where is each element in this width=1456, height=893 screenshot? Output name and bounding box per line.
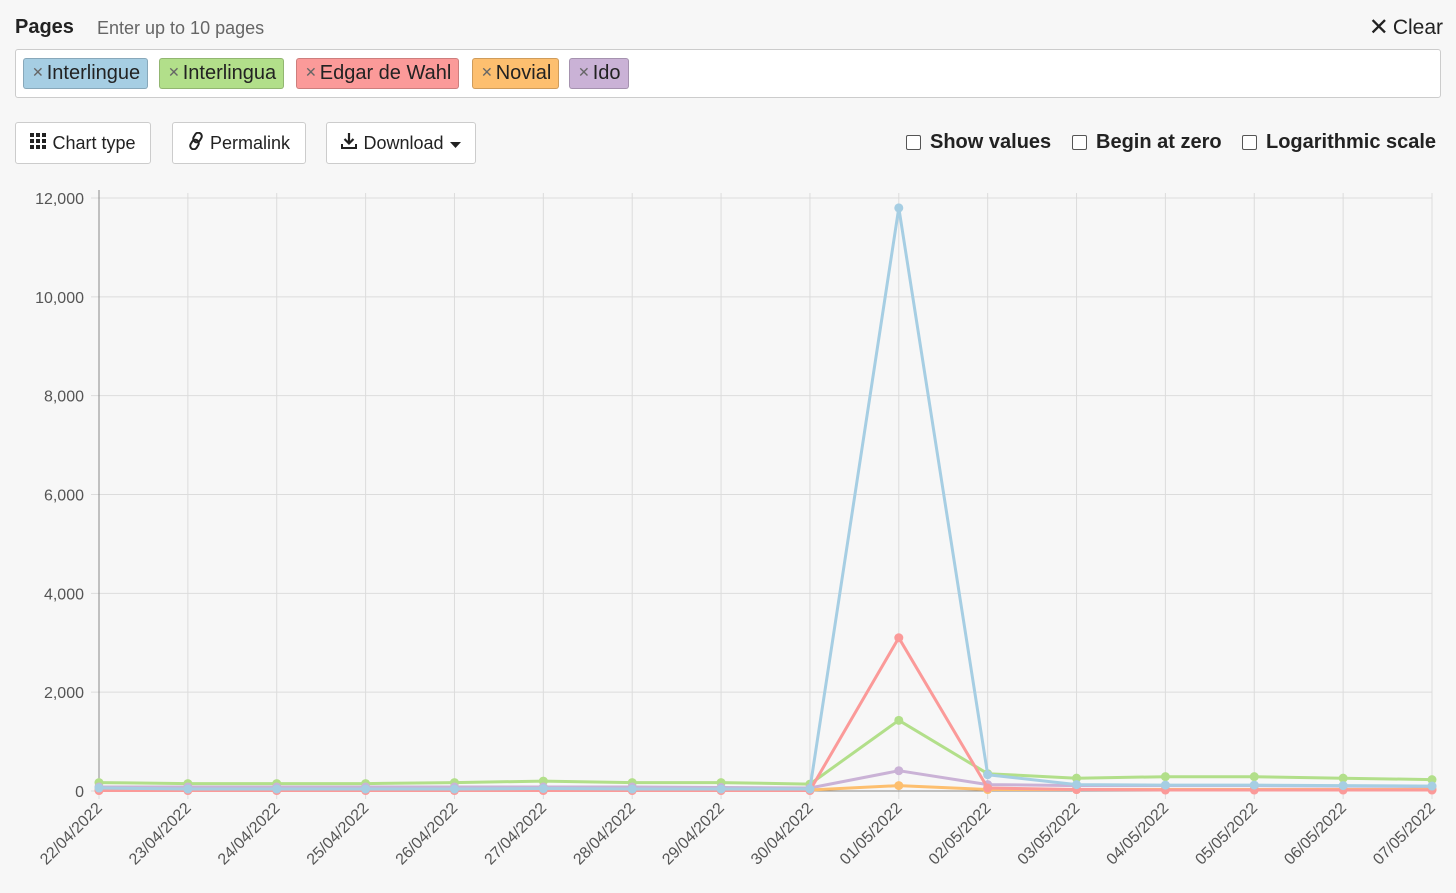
series-line-interlingua xyxy=(98,718,1433,786)
data-point-interlingue xyxy=(716,784,726,794)
y-tick-label: 4,000 xyxy=(44,586,84,603)
show-values-label: Show values xyxy=(930,131,1052,153)
x-tick-label: 22/04/2022 xyxy=(37,800,106,869)
show-values-checkbox[interactable] xyxy=(906,135,921,150)
remove-icon[interactable]: ✕ xyxy=(578,64,590,80)
x-tick-label: 03/05/2022 xyxy=(1015,800,1084,869)
x-tick-label: 28/04/2022 xyxy=(570,800,639,869)
y-tick-label: 6,000 xyxy=(44,488,84,505)
x-tick-label: 30/04/2022 xyxy=(748,800,817,869)
remove-icon[interactable]: ✕ xyxy=(168,64,180,80)
x-tick-label: 26/04/2022 xyxy=(393,800,462,869)
tag-ido[interactable]: ✕ Ido xyxy=(569,58,629,89)
data-point-interlingue xyxy=(538,784,548,794)
series-line-edgar-de-wahl xyxy=(99,636,1432,792)
permalink-button[interactable]: Permalink xyxy=(172,122,306,164)
log-scale-label: Logarithmic scale xyxy=(1266,131,1437,153)
begin-at-zero-label: Begin at zero xyxy=(1096,131,1222,153)
remove-icon[interactable]: ✕ xyxy=(481,64,493,80)
data-point-interlingue xyxy=(627,784,637,794)
y-tick-label: 0 xyxy=(75,784,84,801)
data-point-interlingue xyxy=(1338,781,1348,791)
pageviews-line-chart: 0 2,000 4,000 6,000 8,000 10,000 12,000 22/04/2… xyxy=(35,190,1439,869)
link-icon xyxy=(188,131,204,155)
chart-type-button[interactable]: Chart type xyxy=(15,122,151,164)
x-tick-label: 01/05/2022 xyxy=(837,800,906,869)
tag-label: Interlingue xyxy=(46,62,141,84)
tag-interlingue[interactable]: ✕ Interlingue xyxy=(23,58,149,89)
x-tick-label: 05/05/2022 xyxy=(1192,800,1261,869)
y-tick-label: 12,000 xyxy=(35,191,84,208)
x-tick-label: 02/05/2022 xyxy=(926,800,995,869)
data-point-interlingue xyxy=(983,770,993,780)
data-point-interlingua xyxy=(1249,772,1259,782)
tag-label: Interlingua xyxy=(182,62,277,84)
tag-label: Ido xyxy=(592,62,621,84)
begin-at-zero-checkbox[interactable] xyxy=(1072,135,1087,150)
data-point-interlingue xyxy=(1249,780,1259,790)
data-point-interlingue xyxy=(272,784,282,794)
download-label: Download xyxy=(363,132,444,153)
data-point-ido xyxy=(894,766,904,776)
permalink-label: Permalink xyxy=(209,132,291,153)
x-tick-label: 23/04/2022 xyxy=(126,800,195,869)
data-point-interlingue xyxy=(94,783,104,793)
data-point-interlingua xyxy=(1160,772,1170,782)
tag-label: Edgar de Wahl xyxy=(319,62,452,84)
data-point-interlingue xyxy=(805,784,815,794)
tag-interlingua[interactable]: ✕ Interlingua xyxy=(159,58,285,89)
log-scale-checkbox[interactable] xyxy=(1242,135,1257,150)
caret-down-icon xyxy=(449,133,461,154)
show-values-option[interactable]: Show values xyxy=(906,131,1051,154)
x-tick-label: 27/04/2022 xyxy=(482,800,551,869)
x-tick-label: 06/05/2022 xyxy=(1281,800,1350,869)
clear-label: Clear xyxy=(1392,16,1443,39)
download-icon xyxy=(341,132,358,154)
tag-edgar-de-wahl[interactable]: ✕ Edgar de Wahl xyxy=(296,58,460,89)
x-tick-label: 07/05/2022 xyxy=(1370,800,1439,869)
data-point-novial xyxy=(894,781,904,791)
y-tick-label: 10,000 xyxy=(35,290,84,307)
x-tick-label: 24/04/2022 xyxy=(215,800,284,869)
data-point-edgar-de-wahl xyxy=(983,783,993,793)
data-point-interlingue xyxy=(183,784,193,794)
begin-at-zero-option[interactable]: Begin at zero xyxy=(1072,131,1222,154)
x-tick-label: 29/04/2022 xyxy=(659,800,728,869)
y-tick-label: 8,000 xyxy=(44,389,84,406)
data-point-interlingue xyxy=(449,784,459,794)
x-tick-label: 25/04/2022 xyxy=(304,800,373,869)
pages-hint: Enter up to 10 pages xyxy=(97,18,265,38)
remove-icon[interactable]: ✕ xyxy=(32,64,44,80)
page-selector-input[interactable]: ✕ Interlingue ✕ Interlingua ✕ Edgar de Wahl… xyxy=(15,49,1441,98)
data-point-interlingue xyxy=(894,203,904,213)
tag-label: Novial xyxy=(495,62,552,84)
close-icon: ✕ xyxy=(1368,14,1389,41)
tag-novial[interactable]: ✕ Novial xyxy=(472,58,560,89)
remove-icon[interactable]: ✕ xyxy=(305,64,317,80)
x-tick-label: 04/05/2022 xyxy=(1104,800,1173,869)
data-point-interlingua xyxy=(894,715,904,725)
data-point-edgar-de-wahl xyxy=(894,633,904,643)
pages-label: Pages xyxy=(15,16,74,38)
series-line-interlingue xyxy=(98,206,1433,791)
clear-button[interactable]: ✕ Clear xyxy=(1369,16,1443,40)
y-tick-label: 2,000 xyxy=(44,685,84,702)
data-point-interlingue xyxy=(1072,780,1082,790)
chart-type-label: Chart type xyxy=(52,132,136,153)
grid-icon xyxy=(30,132,47,154)
log-scale-option[interactable]: Logarithmic scale xyxy=(1242,131,1436,154)
download-button[interactable]: Download xyxy=(326,122,476,164)
data-point-interlingue xyxy=(1427,781,1437,791)
data-point-interlingue xyxy=(1160,780,1170,790)
data-point-interlingue xyxy=(361,784,371,794)
